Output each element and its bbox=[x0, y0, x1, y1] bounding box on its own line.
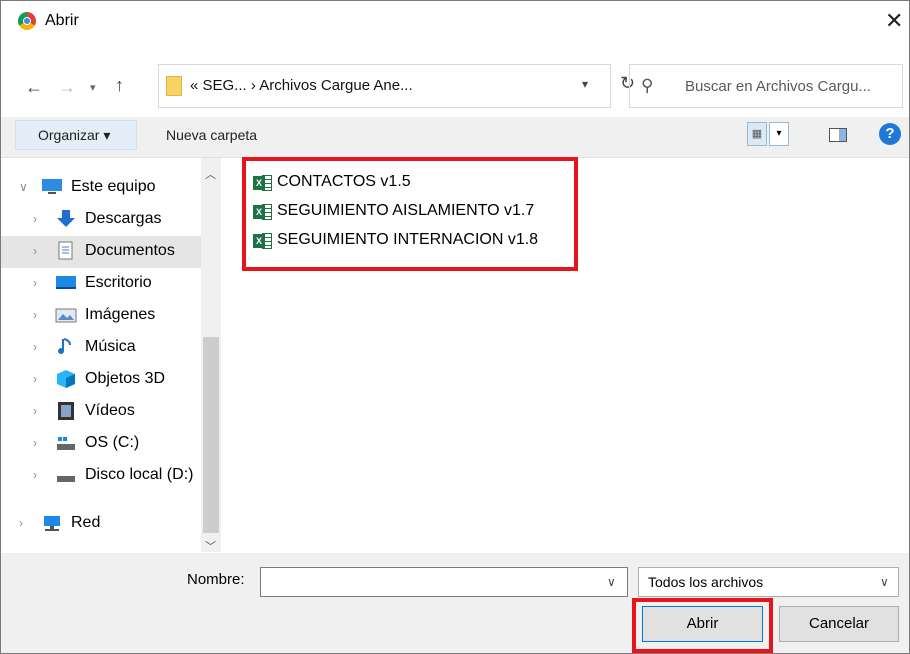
help-icon[interactable]: ? bbox=[879, 123, 901, 145]
open-dialog: Abrir ✕ ← → ▾ ↑ « SEG... › Archivos Carg… bbox=[0, 0, 910, 654]
tree-item-label: OS (C:) bbox=[85, 434, 140, 451]
expand-chevron-icon[interactable]: › bbox=[33, 212, 37, 226]
tree-item-este-equipo[interactable]: ∨ Este equipo bbox=[1, 172, 201, 204]
scroll-up-icon[interactable]: ︿ bbox=[205, 166, 216, 182]
desktop-icon bbox=[55, 273, 77, 293]
expand-chevron-icon[interactable]: › bbox=[33, 436, 37, 450]
music-icon bbox=[55, 337, 77, 357]
3d-objects-icon bbox=[55, 369, 77, 389]
navigation-pane: ∨ Este equipo › Descargas › Documentos › bbox=[1, 158, 201, 552]
breadcrumb[interactable]: « SEG... › Archivos Cargue Ane... bbox=[190, 77, 413, 94]
close-icon[interactable]: ✕ bbox=[885, 8, 903, 34]
file-name-label: Nombre: bbox=[187, 571, 245, 588]
files-highlight-box bbox=[242, 157, 578, 271]
computer-icon bbox=[41, 177, 63, 197]
expand-chevron-icon[interactable]: › bbox=[33, 404, 37, 418]
tree-item-label: Vídeos bbox=[85, 402, 135, 419]
download-icon bbox=[55, 209, 77, 229]
tree-item-imagenes[interactable]: › Imágenes bbox=[1, 300, 201, 332]
tree-item-label: Imágenes bbox=[85, 306, 156, 323]
search-input[interactable]: Buscar en Archivos Cargu... bbox=[685, 78, 871, 95]
new-folder-button[interactable]: Nueva carpeta bbox=[166, 127, 257, 143]
view-dropdown-icon[interactable]: ▾ bbox=[769, 122, 789, 146]
recent-locations-chevron-icon[interactable]: ▾ bbox=[90, 81, 96, 94]
drive-d-icon bbox=[55, 465, 77, 485]
forward-arrow-icon[interactable]: → bbox=[58, 77, 76, 98]
tree-item-objetos-3d[interactable]: › Objetos 3D bbox=[1, 364, 201, 396]
tree-item-descargas[interactable]: › Descargas bbox=[1, 204, 201, 236]
expand-chevron-icon[interactable]: › bbox=[33, 276, 37, 290]
tree-item-os-c[interactable]: › OS (C:) bbox=[1, 428, 201, 460]
tree-item-label: Disco local (D:) bbox=[85, 466, 194, 483]
file-type-dropdown-icon[interactable]: ∨ bbox=[880, 575, 889, 589]
up-arrow-icon[interactable]: ↑ bbox=[115, 75, 124, 96]
title-bar bbox=[1, 1, 909, 41]
folder-icon bbox=[166, 76, 182, 96]
tree-item-documentos[interactable]: › Documentos bbox=[1, 236, 201, 268]
scrollbar-thumb[interactable] bbox=[203, 337, 219, 533]
chrome-icon bbox=[18, 12, 36, 30]
file-type-select[interactable]: Todos los archivos bbox=[638, 567, 899, 597]
file-name-dropdown-icon[interactable]: ∨ bbox=[607, 575, 616, 589]
dialog-title: Abrir bbox=[45, 12, 79, 29]
tree-item-label: Descargas bbox=[85, 210, 162, 227]
expand-chevron-icon[interactable]: › bbox=[33, 468, 37, 482]
preview-pane-icon[interactable] bbox=[829, 128, 847, 142]
document-icon bbox=[55, 241, 77, 261]
tree-item-label: Este equipo bbox=[71, 178, 156, 195]
tree-item-musica[interactable]: › Música bbox=[1, 332, 201, 364]
network-icon bbox=[41, 513, 63, 533]
expand-chevron-icon[interactable]: › bbox=[33, 308, 37, 322]
tree-item-label: Objetos 3D bbox=[85, 370, 166, 387]
tree-item-label: Red bbox=[71, 514, 101, 531]
search-icon: ⚲ bbox=[641, 76, 654, 95]
open-button-highlight-box bbox=[632, 598, 773, 653]
back-arrow-icon[interactable]: ← bbox=[25, 77, 43, 98]
tree-item-disco-local-d[interactable]: › Disco local (D:) bbox=[1, 460, 201, 492]
view-options-icon[interactable]: ▦ bbox=[747, 122, 767, 146]
address-dropdown-icon[interactable]: ▾ bbox=[582, 77, 588, 91]
pictures-icon bbox=[55, 305, 77, 325]
organize-button[interactable]: Organizar ▾ bbox=[15, 120, 137, 150]
tree-item-label: Documentos bbox=[85, 242, 175, 259]
expand-chevron-icon[interactable]: › bbox=[33, 340, 37, 354]
videos-icon bbox=[55, 401, 77, 421]
expand-chevron-icon[interactable]: › bbox=[33, 372, 37, 386]
drive-c-icon bbox=[55, 433, 77, 453]
scroll-down-icon[interactable]: ﹀ bbox=[205, 538, 216, 554]
tree-item-label: Música bbox=[85, 338, 136, 355]
expand-chevron-icon[interactable]: › bbox=[33, 244, 37, 258]
tree-item-label: Escritorio bbox=[85, 274, 152, 291]
expand-chevron-icon[interactable]: › bbox=[19, 516, 23, 530]
tree-item-escritorio[interactable]: › Escritorio bbox=[1, 268, 201, 300]
tree-item-videos[interactable]: › Vídeos bbox=[1, 396, 201, 428]
expand-chevron-icon[interactable]: ∨ bbox=[19, 180, 28, 194]
tree-item-red[interactable]: › Red bbox=[1, 508, 201, 540]
file-name-input[interactable] bbox=[260, 567, 628, 597]
cancel-button[interactable]: Cancelar bbox=[779, 606, 899, 642]
